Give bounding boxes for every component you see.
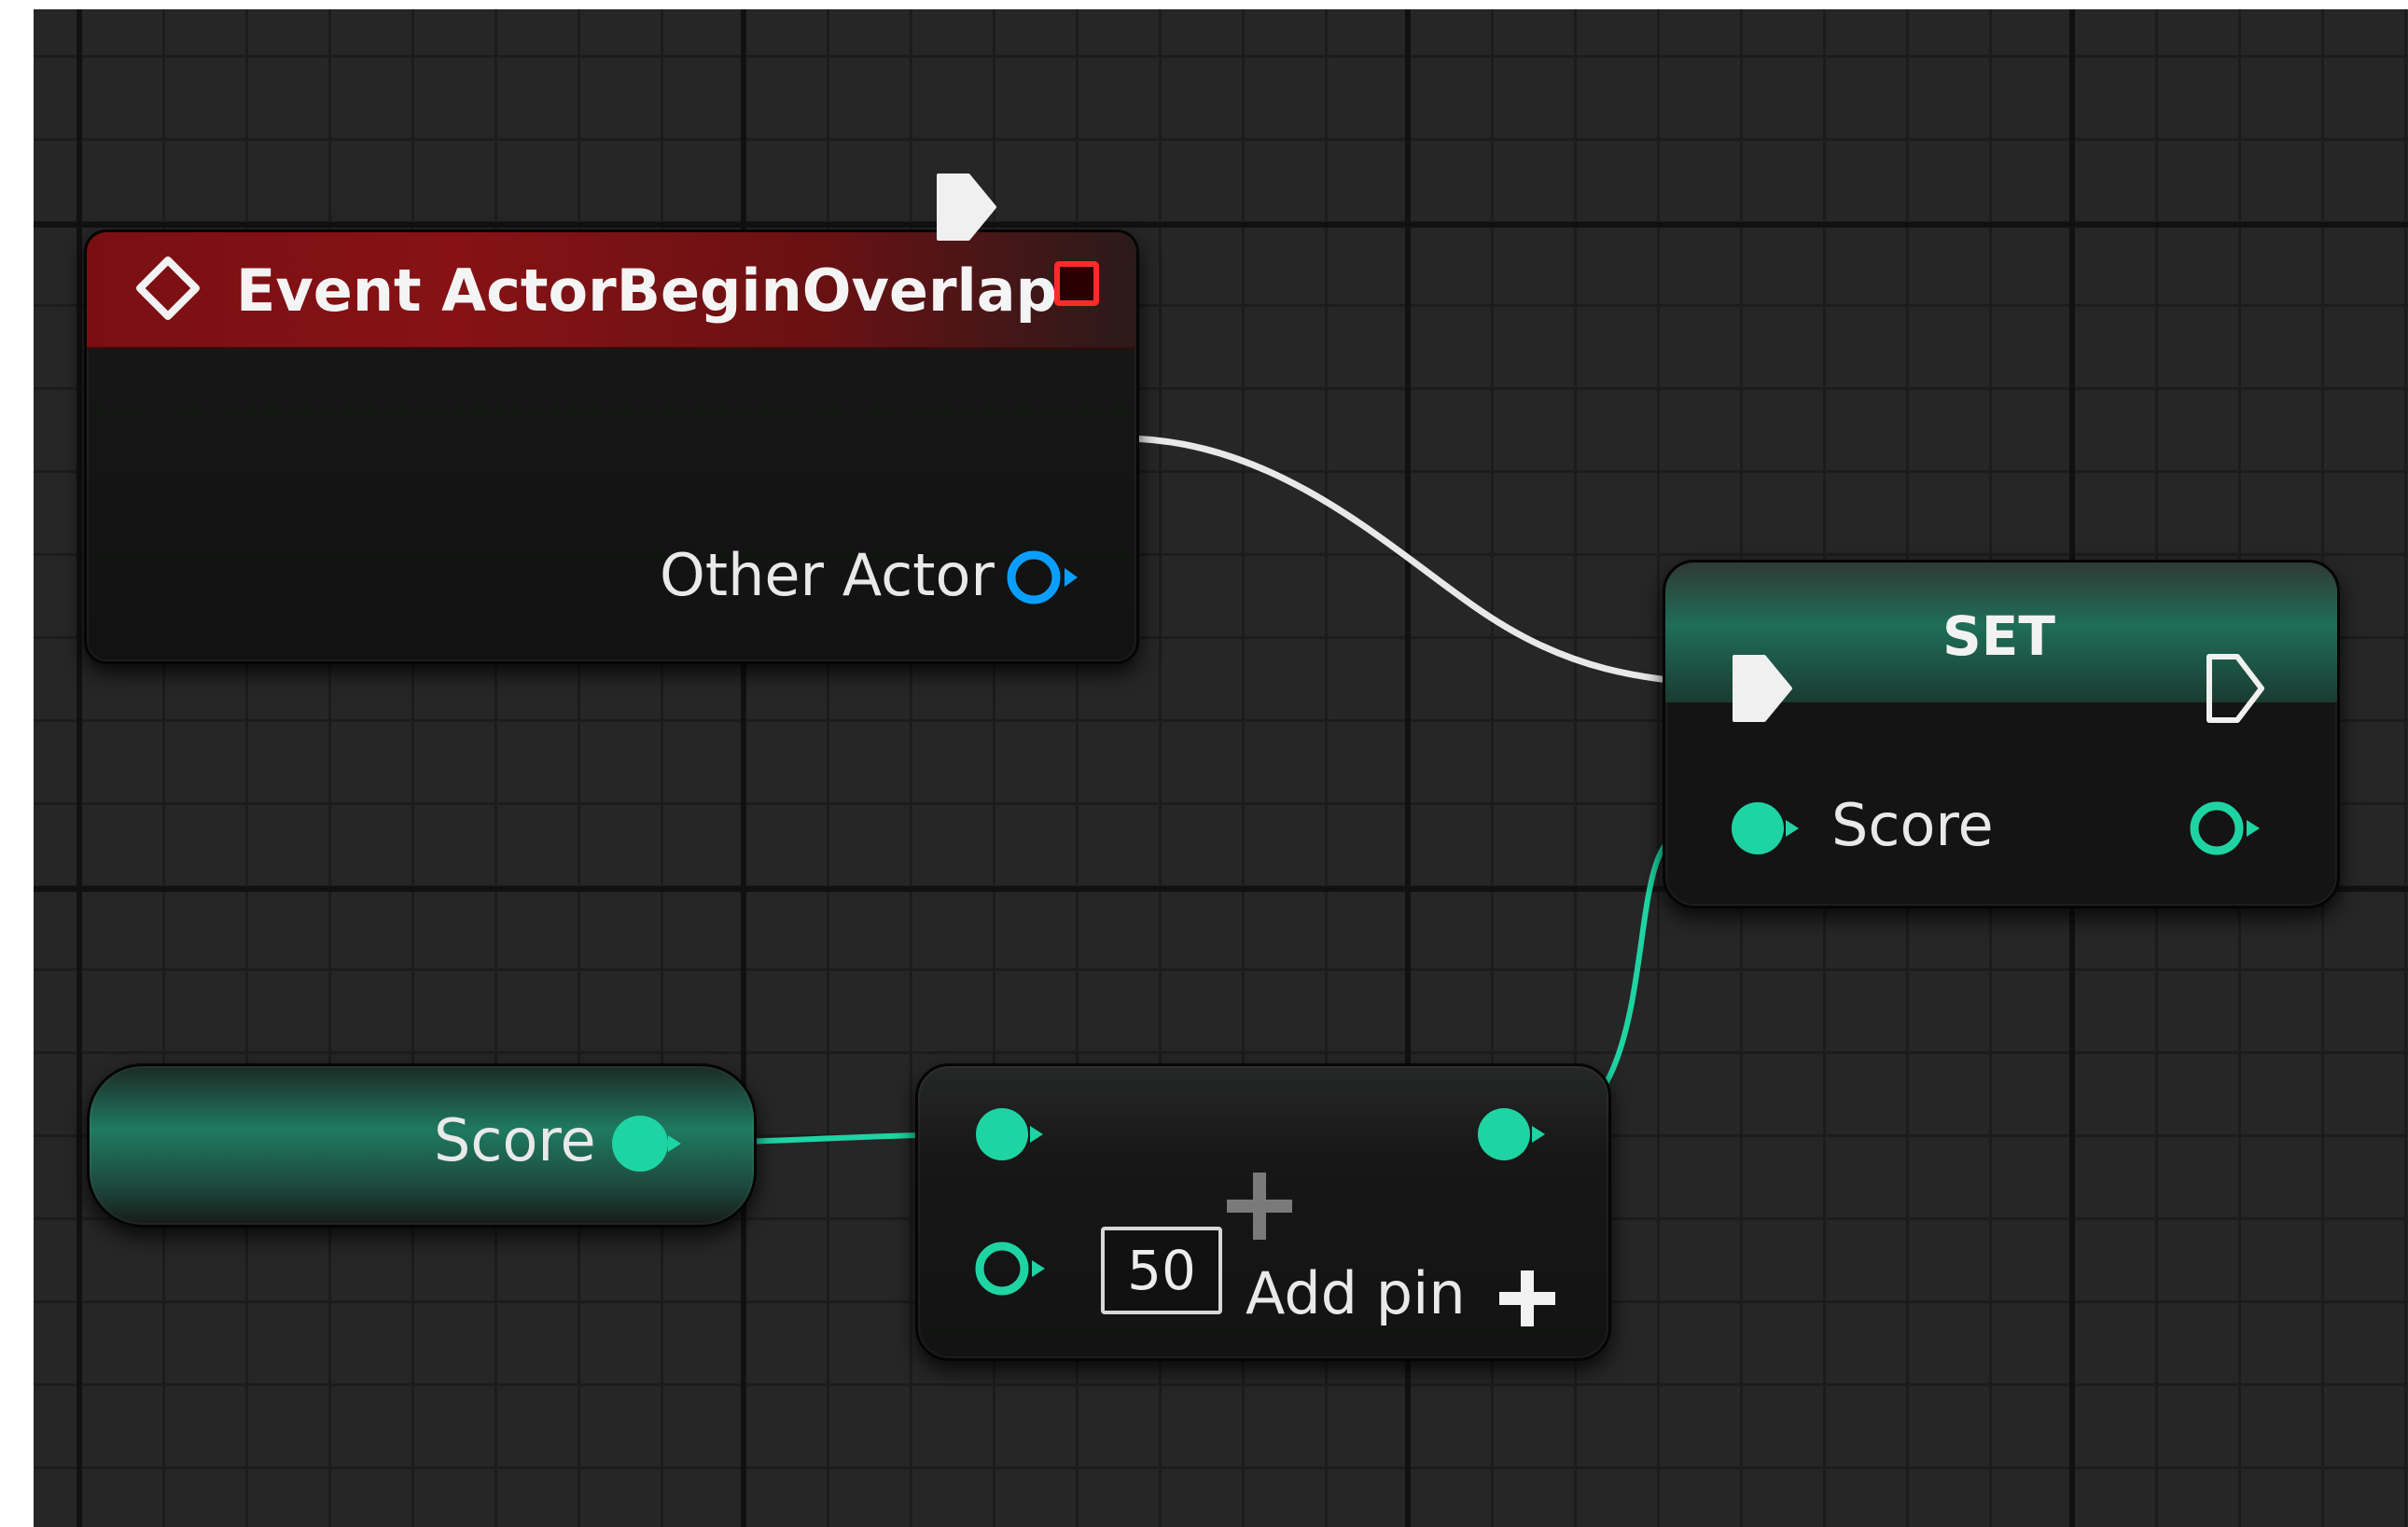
add-pin-label[interactable]: Add pin — [1246, 1259, 1466, 1327]
exec-input-pin[interactable] — [1729, 651, 1796, 726]
score-output-pin[interactable] — [2183, 795, 2267, 862]
add-pin-plus-icon[interactable] — [1497, 1269, 1557, 1328]
set-score-label: Score — [1831, 791, 1994, 859]
other-actor-object-pin[interactable] — [1003, 544, 1087, 611]
score-getter-output-pin[interactable] — [606, 1110, 690, 1177]
set-node-title: SET — [1942, 604, 2055, 668]
add-value-input[interactable]: 50 — [1101, 1227, 1222, 1314]
exec-output-pin-unconnected[interactable] — [2202, 649, 2269, 728]
exec-output-pin[interactable] — [933, 170, 1000, 244]
breakpoint-square-icon[interactable] — [1054, 261, 1099, 306]
add-output-pin[interactable] — [1470, 1101, 1554, 1168]
add-input-b-pin[interactable] — [968, 1235, 1052, 1302]
other-actor-pin-label: Other Actor — [660, 541, 995, 609]
event-node-title: Event ActorBeginOverlap — [236, 257, 1058, 325]
event-diamond-icon — [136, 257, 200, 320]
plus-icon — [1227, 1173, 1292, 1240]
score-input-pin[interactable] — [1724, 795, 1808, 862]
add-input-a-pin[interactable] — [968, 1101, 1052, 1168]
score-getter-label: Score — [434, 1106, 596, 1174]
